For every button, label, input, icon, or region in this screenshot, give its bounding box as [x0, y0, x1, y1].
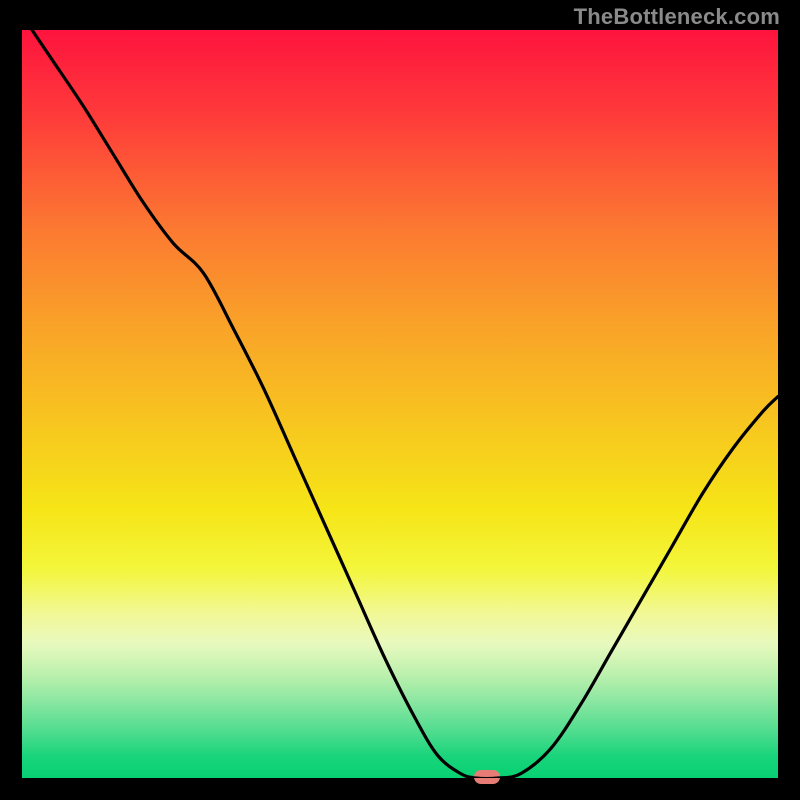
chart-curve-svg — [22, 30, 778, 778]
chart-container: TheBottleneck.com — [0, 0, 800, 800]
watermark-text: TheBottleneck.com — [574, 4, 780, 30]
bottleneck-curve — [22, 30, 778, 778]
